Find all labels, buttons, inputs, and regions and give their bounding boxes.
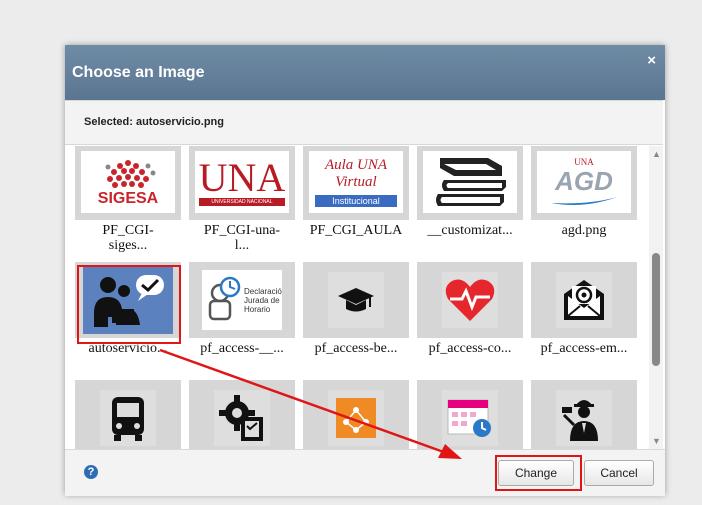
annotation-arrow	[159, 348, 462, 459]
